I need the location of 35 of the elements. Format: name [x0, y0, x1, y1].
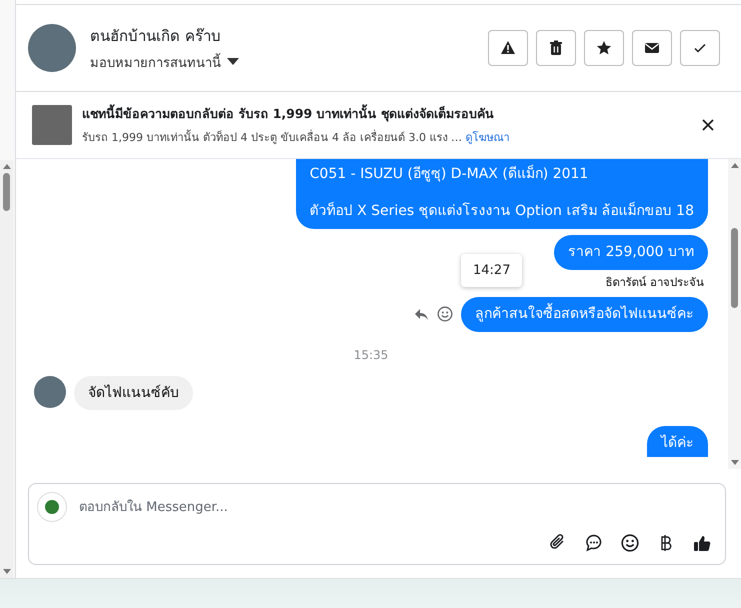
assign-link[interactable]: มอบหมายการสนทนานี้: [90, 52, 221, 72]
ad-title: แชทนี้มีข้อความตอบกลับต่อ รับรถ 1,999 บาทเท่านั้น ชุดแต่งจัดเต็มรอบคัน: [82, 104, 495, 124]
mail-button[interactable]: [632, 30, 672, 66]
message-bubble: ราคา 259,000 บาท: [554, 234, 708, 270]
star-button[interactable]: [584, 30, 624, 66]
ad-description: รับรถ 1,999 บาทเท่านั้น ตัวท็อป 4 ประตู ขับเคลื่อน 4 ล้อ เครื่อยนต์ 3.0 แรง …: [82, 131, 462, 144]
trash-button[interactable]: [536, 30, 576, 66]
message-bubble: ลูกค้าสนใจซื้อสดหรือจัดไฟแนนซ์คะ: [461, 296, 708, 332]
thumbs-up-icon[interactable]: [693, 534, 711, 552]
emoji-icon[interactable]: [621, 534, 639, 552]
message-bubble: C051 - ISUZU (อีซูซุ) D-MAX (ดีแม็ก) 2011 ตัวท็อป X Series ชุดแต่งโรงงาน Option เสริม ล้อแม็กขอบ 18: [296, 159, 708, 229]
speech-bubble-icon[interactable]: [585, 534, 603, 552]
sender-name: ธิดารัตน์ อาจประจัน: [605, 274, 704, 291]
scrollbar[interactable]: [728, 159, 741, 469]
star-icon: [596, 40, 612, 56]
timestamp: 15:35: [354, 348, 388, 362]
time-tooltip: 14:27: [461, 254, 522, 287]
checkmark-button[interactable]: [680, 30, 720, 66]
warning-button[interactable]: [488, 30, 528, 66]
warning-icon: [500, 40, 516, 56]
trash-icon: [548, 40, 564, 56]
caret-icon[interactable]: [227, 58, 239, 66]
avatar: [28, 24, 76, 72]
reply-box[interactable]: ตอบกลับใน Messenger...: [28, 483, 726, 565]
message-bubble: จัดไฟแนนซ์คับ: [74, 376, 193, 410]
message-bubble: ได้ค่ะ: [647, 426, 708, 458]
logo-icon: [37, 492, 67, 522]
close-icon[interactable]: [701, 118, 715, 132]
reply-icon[interactable]: [414, 307, 429, 322]
contact-name: ตนฮักบ้านเกิด คร๊าบ: [90, 26, 222, 46]
mail-icon: [644, 40, 660, 56]
scrollbar[interactable]: [0, 160, 13, 578]
avatar: [34, 376, 66, 408]
view-ad-link[interactable]: ดูโฆษณา: [465, 131, 510, 144]
photo-placeholder: [32, 105, 72, 145]
